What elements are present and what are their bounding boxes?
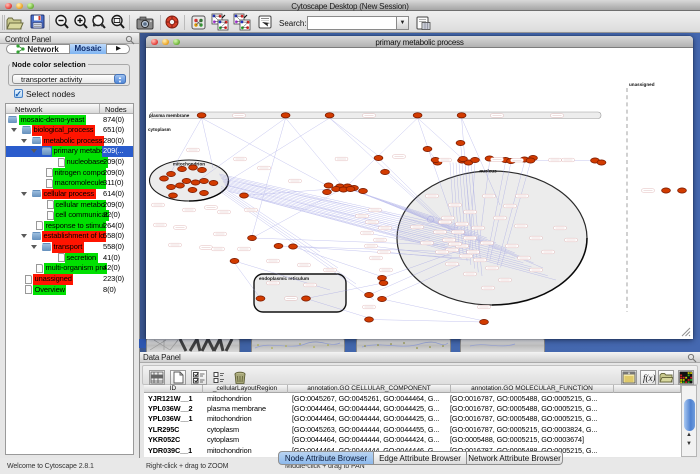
svg-text:plasma membrane: plasma membrane bbox=[149, 113, 190, 118]
svg-text:f(x): f(x) bbox=[643, 373, 655, 383]
svg-text:unassigned: unassigned bbox=[629, 82, 655, 87]
svg-text:cytoplasm: cytoplasm bbox=[148, 127, 171, 132]
svg-text:endoplasmic reticulum: endoplasmic reticulum bbox=[259, 276, 309, 281]
